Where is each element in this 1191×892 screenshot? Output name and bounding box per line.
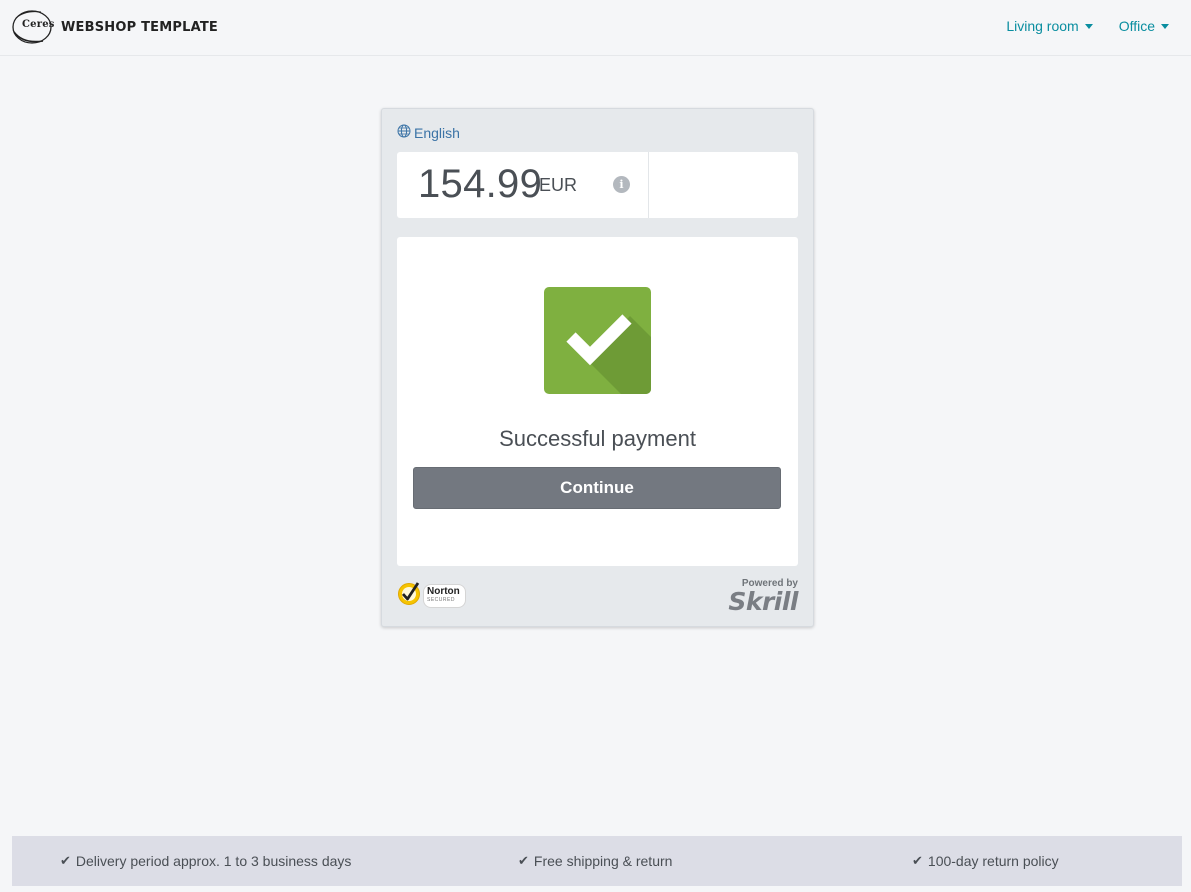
caret-down-icon <box>1161 24 1169 29</box>
usp-item-label: 100-day return policy <box>927 853 1059 869</box>
amount-value: 154.99 <box>418 162 543 206</box>
norton-secured-label: SECURED <box>427 596 455 603</box>
payment-card: English 154.99 EUR i Successful payment … <box>381 108 814 627</box>
nav-item-office[interactable]: Office <box>1119 18 1169 34</box>
globe-icon <box>397 124 411 141</box>
usp-item-return: ✔ 100-day return policy <box>912 853 1059 869</box>
brand-title: WEBSHOP TEMPLATE <box>61 19 218 35</box>
nav-item-living-room[interactable]: Living room <box>1006 18 1093 34</box>
continue-button[interactable]: Continue <box>413 467 781 509</box>
payment-status-text: Successful payment <box>499 426 696 451</box>
main-nav: Living room Office <box>1006 18 1169 34</box>
site-header: Ceres WEBSHOP TEMPLATE Living room Offic… <box>0 0 1191 56</box>
usp-item-label: Delivery period approx. 1 to 3 business … <box>75 853 352 869</box>
language-label: English <box>414 124 460 141</box>
norton-badge: Norton SECURED <box>397 580 466 611</box>
caret-down-icon <box>1084 24 1093 29</box>
nav-item-label: Living room <box>1006 18 1079 34</box>
logo-wordmark: Ceres <box>22 19 55 30</box>
amount-currency: EUR <box>539 175 578 195</box>
powered-by-badge: Powered by Skrill <box>728 578 798 614</box>
usp-footer-bar: ✔ Delivery period approx. 1 to 3 busines… <box>12 836 1182 886</box>
check-icon: ✔ <box>60 853 71 868</box>
amount-panel: 154.99 EUR i <box>397 152 798 218</box>
site-logo[interactable]: Ceres WEBSHOP TEMPLATE <box>11 8 218 46</box>
norton-name: Norton <box>427 585 460 597</box>
norton-label: Norton SECURED <box>423 583 466 608</box>
skrill-logo: Skrill <box>728 587 798 616</box>
nav-item-label: Office <box>1118 18 1155 34</box>
info-icon[interactable]: i <box>613 176 630 193</box>
norton-check-icon <box>397 580 421 611</box>
check-icon: ✔ <box>912 853 923 868</box>
ceres-logo-icon: Ceres <box>11 8 55 46</box>
success-check-icon <box>544 287 651 394</box>
check-icon: ✔ <box>518 853 529 868</box>
usp-item-label: Free shipping & return <box>533 853 673 869</box>
payment-result-panel: Successful payment Continue <box>397 237 798 566</box>
language-selector[interactable]: English <box>397 124 460 141</box>
usp-item-delivery: ✔ Delivery period approx. 1 to 3 busines… <box>60 853 351 869</box>
usp-item-shipping: ✔ Free shipping & return <box>518 853 672 869</box>
amount-section: 154.99 EUR i <box>397 152 649 218</box>
